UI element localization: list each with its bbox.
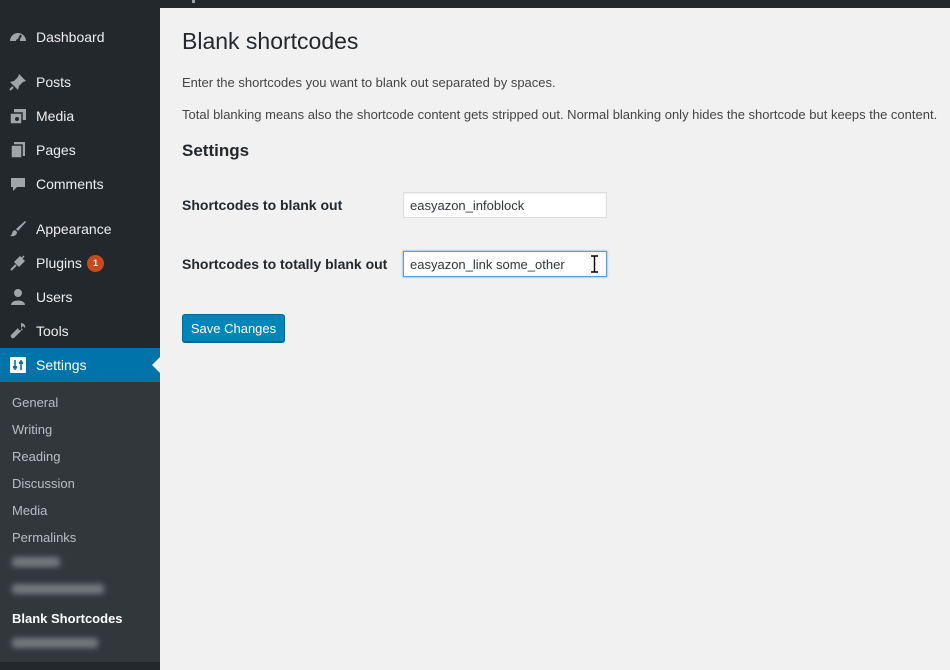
sidebar-item-media[interactable]: Media	[0, 99, 160, 133]
settings-icon	[9, 356, 27, 374]
sidebar-item-users[interactable]: Users	[0, 280, 160, 314]
sidebar-item-posts[interactable]: Posts	[0, 65, 160, 99]
submenu-item-general[interactable]: General	[12, 395, 58, 410]
sidebar-item-label: Media	[36, 108, 75, 124]
total-blank-out-input[interactable]	[403, 251, 607, 277]
submenu-item-blurred[interactable]	[12, 557, 60, 567]
sidebar-item-label: Posts	[36, 74, 72, 90]
plug-icon	[9, 254, 27, 272]
total-blank-out-label: Shortcodes to totally blank out	[182, 256, 388, 272]
sidebar-item-settings[interactable]: Settings	[0, 348, 160, 382]
wrench-icon	[9, 322, 27, 340]
submenu-item-discussion[interactable]: Discussion	[12, 476, 75, 491]
submenu-item-blurred[interactable]	[12, 638, 98, 648]
submenu-item-blurred[interactable]	[12, 584, 104, 594]
sidebar-item-label: Plugins	[36, 255, 82, 271]
text-cursor-icon	[591, 255, 598, 273]
submenu-item-permalinks[interactable]: Permalinks	[12, 530, 76, 545]
admin-sidebar: Dashboard Posts Media Pages Comments App…	[0, 0, 160, 670]
sidebar-item-label: Dashboard	[36, 29, 105, 45]
main-content: Blank shortcodes Enter the shortcodes yo…	[160, 8, 950, 670]
settings-submenu: General Writing Reading Discussion Media…	[0, 382, 160, 662]
save-changes-button[interactable]: Save Changes	[182, 314, 285, 342]
submenu-item-media[interactable]: Media	[12, 503, 47, 518]
sidebar-item-comments[interactable]: Comments	[0, 167, 160, 201]
page-title: Blank shortcodes	[182, 28, 359, 54]
users-icon	[9, 288, 27, 306]
sidebar-item-plugins[interactable]: Plugins 1	[0, 246, 160, 280]
blank-out-input[interactable]	[403, 192, 607, 218]
comments-icon	[9, 175, 27, 193]
sidebar-item-pages[interactable]: Pages	[0, 133, 160, 167]
sidebar-item-label: Comments	[36, 176, 104, 192]
sidebar-item-label: Users	[36, 289, 73, 305]
paintbrush-icon	[9, 220, 27, 238]
sidebar-item-tools[interactable]: Tools	[0, 314, 160, 348]
current-menu-arrow	[152, 357, 160, 373]
pages-icon	[9, 141, 27, 159]
submenu-item-reading[interactable]: Reading	[12, 449, 60, 464]
pushpin-icon	[9, 73, 27, 91]
submenu-item-blank-shortcodes[interactable]: Blank Shortcodes	[12, 611, 123, 626]
section-title: Settings	[182, 141, 250, 160]
sidebar-item-label: Appearance	[36, 221, 112, 237]
submenu-item-writing[interactable]: Writing	[12, 422, 52, 437]
blank-out-label: Shortcodes to blank out	[182, 197, 343, 213]
description-text: Total blanking means also the shortcode …	[182, 107, 938, 122]
media-icon	[9, 107, 27, 125]
sidebar-item-appearance[interactable]: Appearance	[0, 212, 160, 246]
dashboard-icon	[9, 28, 27, 46]
sidebar-item-dashboard[interactable]: Dashboard	[0, 20, 160, 54]
intro-text: Enter the shortcodes you want to blank o…	[182, 75, 556, 90]
update-count-badge: 1	[87, 254, 104, 272]
admin-bar-separator	[192, 0, 195, 3]
sidebar-item-label: Tools	[36, 323, 69, 339]
sidebar-item-label: Pages	[36, 142, 76, 158]
sidebar-item-label: Settings	[36, 357, 87, 373]
